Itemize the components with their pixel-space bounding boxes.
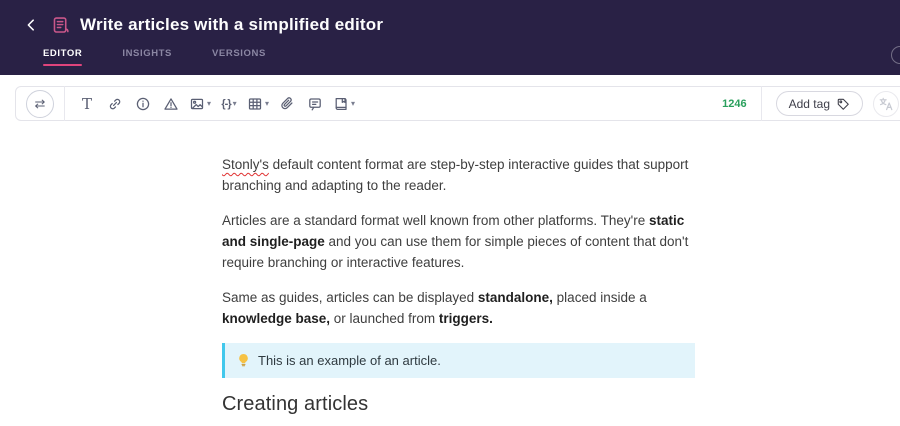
info-icon [136, 97, 150, 110]
chevron-down-icon: ▾ [207, 99, 212, 108]
lightbulb-icon [239, 354, 248, 367]
info-block-button[interactable] [131, 92, 155, 116]
paragraph: Articles are a standard format well know… [222, 213, 689, 270]
chevron-left-icon [27, 19, 34, 31]
toolbar-divider [64, 86, 65, 121]
translate-icon [879, 97, 893, 110]
chevron-down-icon: ▾ [265, 99, 270, 108]
translate-button[interactable] [873, 90, 899, 117]
swap-icon: ⇄ [34, 95, 46, 111]
note-icon [309, 97, 321, 110]
add-tag-button[interactable]: Add tag [775, 91, 863, 116]
chevron-down-icon: ▾ [232, 99, 237, 108]
callout-text: This is an example of an article. [258, 353, 441, 368]
warning-block-button[interactable] [159, 92, 183, 116]
image-icon [190, 98, 204, 109]
callout-block: This is an example of an article. [222, 343, 695, 378]
glossary-button[interactable]: ▾ [331, 92, 357, 116]
text-style-button[interactable]: T [75, 92, 99, 116]
add-tag-label: Add tag [788, 96, 830, 111]
table-button[interactable]: ▾ [245, 92, 271, 116]
paragraph: Same as guides, articles can be displaye… [222, 290, 647, 326]
code-snippet-button[interactable]: {-} ▾ [217, 92, 241, 116]
editor-toolbar: ⇄ T ▾ {-} ▾ ▾ ▾ 1246 Add tag [15, 86, 900, 121]
link-button[interactable] [103, 92, 127, 116]
swap-format-button[interactable]: ⇄ [26, 89, 54, 118]
tab-editor[interactable]: EDITOR [43, 48, 83, 66]
tag-icon [837, 98, 849, 110]
note-button[interactable] [303, 92, 327, 116]
table-icon [248, 97, 262, 110]
warning-icon [164, 97, 178, 110]
code-icon: {-} [221, 97, 231, 110]
editor-canvas[interactable]: Stonly's default content format are step… [0, 121, 900, 426]
header-tabs: EDITOR INSIGHTS VERSIONS [43, 48, 900, 66]
toolbar-divider [760, 86, 762, 121]
book-icon [335, 97, 347, 110]
toolbar-area: ⇄ T ▾ {-} ▾ ▾ ▾ 1246 Add tag [0, 75, 900, 121]
char-count: 1246 [722, 97, 747, 110]
image-button[interactable]: ▾ [187, 92, 213, 116]
app-header: Write articles with a simplified editor … [0, 0, 900, 75]
link-icon [109, 98, 121, 109]
toolbar-icon-group: T ▾ {-} ▾ ▾ ▾ [75, 92, 357, 116]
attachment-icon [281, 96, 293, 109]
page-title: Write articles with a simplified editor [80, 15, 384, 34]
text-style-icon: T [81, 94, 92, 113]
tab-insights[interactable]: INSIGHTS [122, 48, 172, 66]
article-body: Stonly's default content format are step… [222, 154, 695, 426]
back-button[interactable] [18, 12, 44, 38]
article-doc-icon [52, 16, 70, 34]
chevron-down-icon: ▾ [351, 99, 356, 108]
tab-versions[interactable]: VERSIONS [212, 48, 266, 66]
section-heading: Creating articles [222, 393, 369, 415]
attachment-button[interactable] [275, 92, 299, 116]
paragraph: Stonly's default content format are step… [222, 157, 689, 193]
